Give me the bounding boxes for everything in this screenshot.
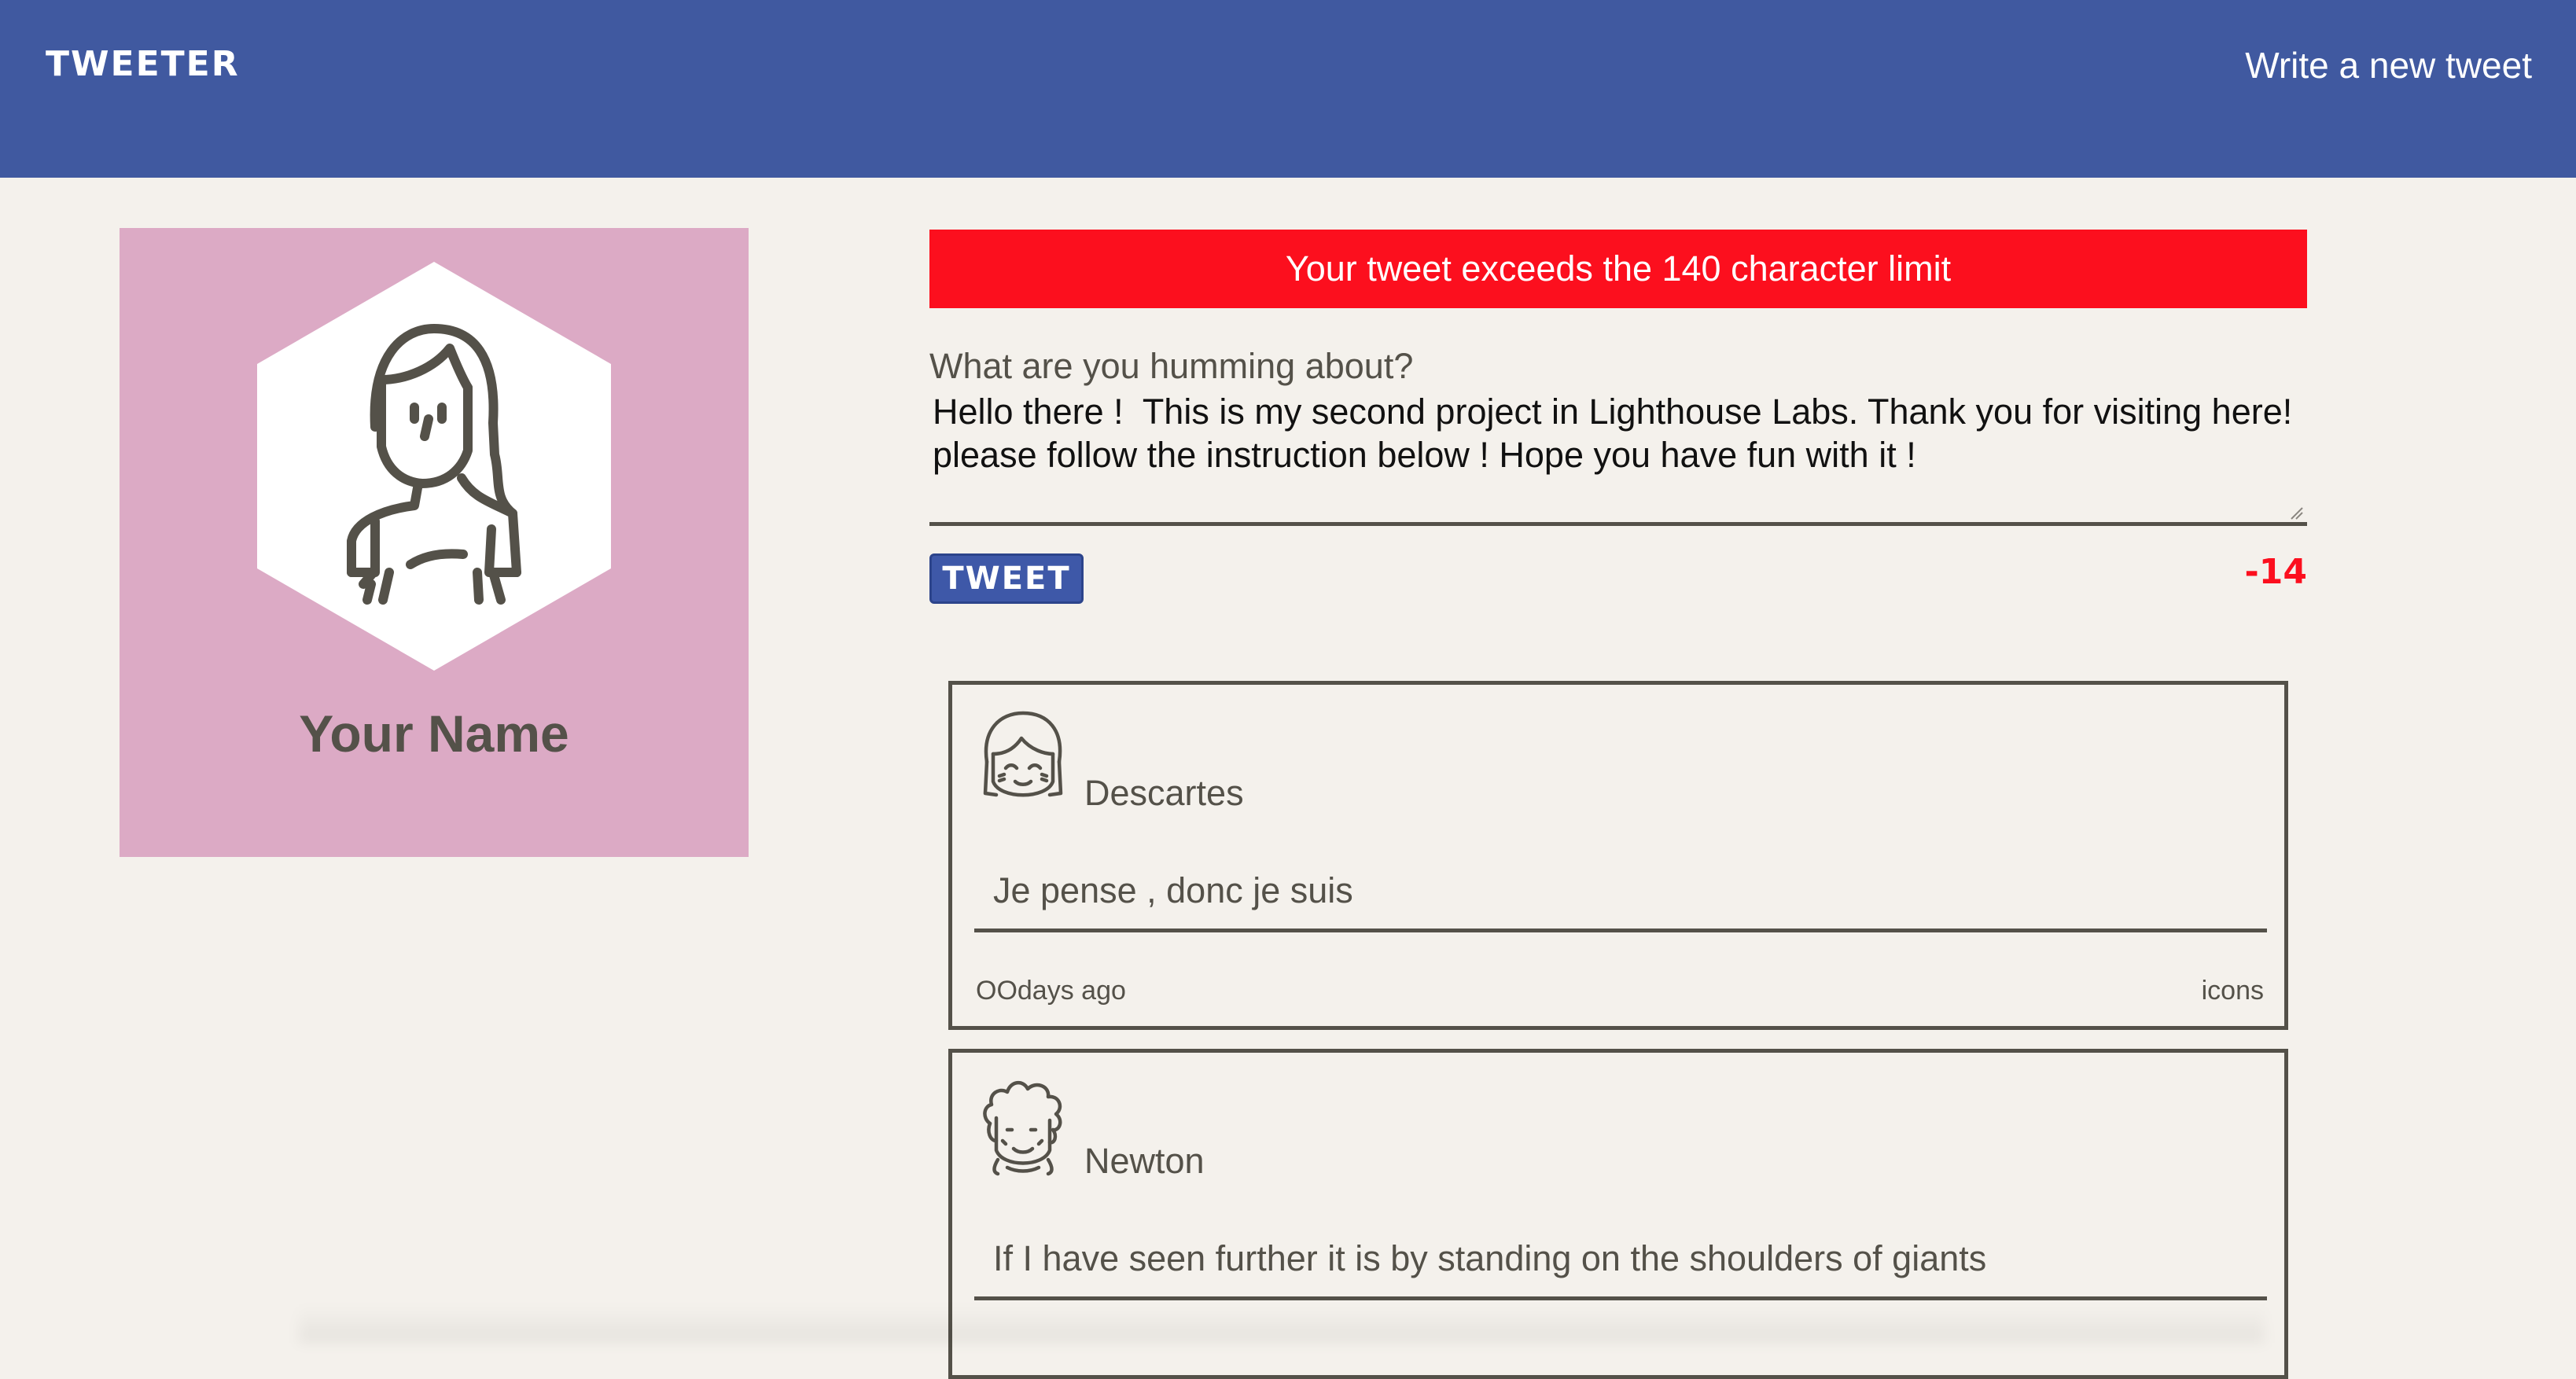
write-new-tweet-link[interactable]: Write a new tweet: [2245, 44, 2532, 86]
scroll-shadow: [299, 1305, 2265, 1343]
textarea-underline: [929, 522, 2307, 526]
tweet-submit-button[interactable]: TWEET: [929, 553, 1084, 604]
tweet-author: Descartes: [1084, 773, 1244, 813]
curly-hair-avatar-icon: [983, 1081, 1062, 1176]
tweet-body: If I have seen further it is by standing…: [993, 1238, 1987, 1278]
profile-avatar: [257, 262, 611, 671]
tweet-actions[interactable]: icons: [2202, 976, 2264, 1006]
profile-card: Your Name: [120, 228, 749, 857]
tweet-card: Descartes Je pense , donc je suis OOdays…: [948, 681, 2288, 1030]
compose-label: What are you humming about?: [929, 346, 1414, 386]
tweet-body: Je pense , donc je suis: [993, 870, 1353, 910]
resize-handle-icon[interactable]: [2288, 506, 2304, 520]
tweet-author: Newton: [1084, 1141, 1205, 1181]
girl-avatar-icon: [257, 262, 611, 671]
error-banner: Your tweet exceeds the 140 character lim…: [929, 230, 2307, 308]
character-counter: -14: [2244, 552, 2308, 592]
top-nav: TWEETER Write a new tweet: [0, 0, 2576, 178]
profile-name: Your Name: [299, 704, 569, 763]
brand-logo[interactable]: TWEETER: [46, 44, 240, 84]
tweet-timestamp: OOdays ago: [976, 976, 1126, 1006]
tweet-divider: [974, 1296, 2267, 1300]
tweet-divider: [974, 929, 2267, 932]
smiling-face-avatar-icon: [983, 711, 1063, 797]
tweet-textarea[interactable]: Hello there ! This is my second project …: [933, 390, 2301, 519]
